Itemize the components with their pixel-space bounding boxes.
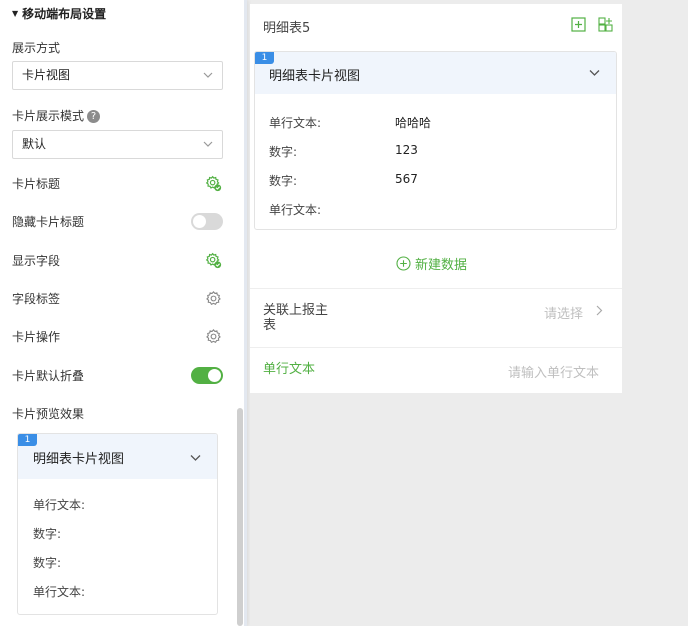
detail-card: 1 明细表卡片视图 单行文本: 哈哈哈 数字: 123 数字: 567 单行文本…: [254, 51, 617, 230]
card-field-value: 123: [395, 143, 418, 157]
card-field-label: 数字:: [269, 145, 298, 159]
toggle-knob: [208, 369, 221, 382]
card-mode-label: 卡片展示模式?: [12, 107, 101, 124]
chevron-right-icon[interactable]: [596, 305, 603, 316]
card-field-label: 数字:: [269, 174, 298, 188]
collapse-triangle-icon: ▼: [12, 9, 19, 18]
panel-edge: [244, 0, 247, 626]
display-mode-value: 卡片视图: [22, 68, 71, 82]
chevron-down-icon[interactable]: [589, 69, 600, 77]
divider: [250, 347, 622, 348]
display-mode-label: 展示方式: [12, 41, 61, 55]
left-panel-scrollbar[interactable]: [237, 408, 243, 626]
card-preview-header[interactable]: 1 明细表卡片视图: [18, 434, 217, 479]
field-labels-label: 字段标签: [12, 292, 61, 306]
preview-field-label: 数字:: [33, 556, 62, 570]
gear-check-icon[interactable]: [205, 252, 222, 269]
toggle-knob: [193, 215, 206, 228]
single-text-input[interactable]: 请输入单行文本: [508, 362, 599, 381]
card-field-label: 单行文本:: [269, 116, 322, 130]
preview-field-label: 单行文本:: [33, 498, 86, 512]
preview-field-label: 单行文本:: [33, 585, 86, 599]
section-header[interactable]: ▼ 移动端布局设置: [12, 5, 106, 22]
card-actions-label: 卡片操作: [12, 330, 61, 344]
card-mode-label-text: 卡片展示模式: [12, 109, 85, 123]
display-fields-label: 显示字段: [12, 254, 61, 268]
card-index-badge: 1: [255, 52, 274, 64]
plus-circle-icon: [396, 256, 411, 271]
card-preview: 1 明细表卡片视图 单行文本: 数字: 数字: 单行文本:: [17, 433, 218, 615]
related-report-label-line: 关联上报主: [263, 303, 329, 318]
single-text-label: 单行文本: [263, 362, 316, 377]
hide-card-title-label: 隐藏卡片标题: [12, 215, 85, 229]
card-preview-title: 明细表卡片视图: [33, 452, 125, 467]
related-report-label-line: 表: [263, 318, 277, 333]
mobile-layout-settings-panel: ▼ 移动端布局设置 展示方式 卡片视图 卡片展示模式? 默认 卡片标题 隐藏卡片…: [0, 0, 246, 626]
related-report-select[interactable]: 请选择: [544, 303, 583, 322]
designer-screen: ▼ 移动端布局设置 展示方式 卡片视图 卡片展示模式? 默认 卡片标题 隐藏卡片…: [0, 0, 688, 626]
preview-bottom-gap: [250, 612, 622, 626]
add-square-icon[interactable]: [571, 17, 586, 32]
detail-table-title: 明细表5: [263, 21, 311, 36]
gear-check-icon[interactable]: [205, 175, 222, 192]
chevron-down-icon: [203, 141, 213, 147]
detail-card-header[interactable]: 1 明细表卡片视图: [255, 52, 616, 94]
mobile-preview: 明细表5 1 明细表卡片视图 单行文本: 哈哈哈 数字: 123 数字: 567…: [250, 4, 622, 623]
help-icon[interactable]: ?: [87, 110, 101, 123]
hide-card-title-toggle[interactable]: [191, 213, 223, 230]
card-title-label: 卡片标题: [12, 177, 61, 191]
card-default-collapse-label: 卡片默认折叠: [12, 369, 85, 383]
empty-area: [250, 393, 622, 616]
chevron-down-icon[interactable]: [190, 454, 201, 462]
card-field-value: 567: [395, 172, 418, 186]
section-title: 移动端布局设置: [22, 7, 107, 21]
card-mode-select[interactable]: 默认: [12, 130, 223, 159]
divider: [250, 288, 622, 289]
gear-icon[interactable]: [205, 328, 222, 345]
chevron-down-icon: [203, 72, 213, 78]
card-index-badge: 1: [18, 434, 37, 446]
preview-field-label: 数字:: [33, 527, 62, 541]
card-field-label: 单行文本:: [269, 203, 322, 217]
new-data-button[interactable]: 新建数据: [396, 254, 467, 273]
card-field-value: 哈哈哈: [395, 116, 432, 130]
card-default-collapse-toggle[interactable]: [191, 367, 223, 384]
new-data-label: 新建数据: [415, 258, 468, 273]
gear-icon[interactable]: [205, 290, 222, 307]
related-report-label: 关联上报主 表: [263, 303, 328, 333]
card-mode-value: 默认: [22, 137, 47, 151]
display-mode-select[interactable]: 卡片视图: [12, 61, 223, 90]
card-preview-label: 卡片预览效果: [12, 407, 85, 421]
batch-add-icon[interactable]: [598, 17, 613, 32]
detail-card-title: 明细表卡片视图: [269, 69, 361, 84]
